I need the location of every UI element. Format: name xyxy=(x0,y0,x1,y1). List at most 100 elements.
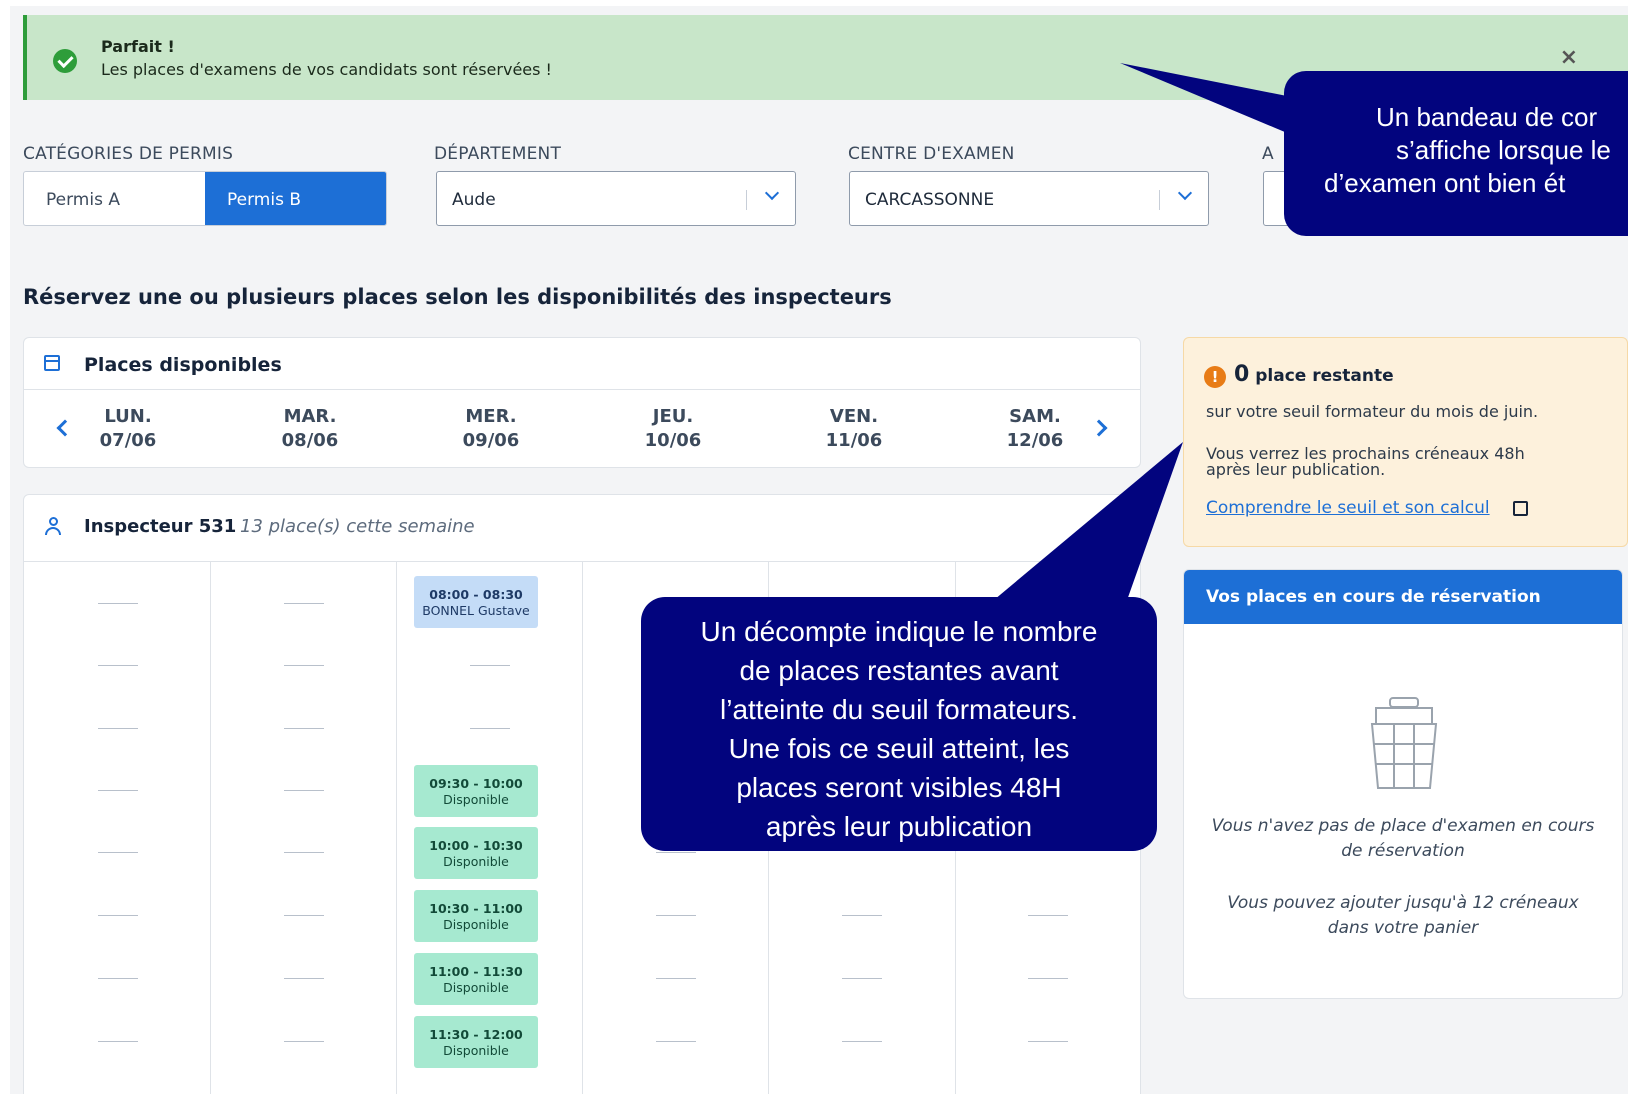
callout-line: d’examen ont bien ét xyxy=(1324,168,1566,198)
select-separator xyxy=(1159,190,1160,210)
available-slot[interactable]: 09:30 - 10:00 Disponible xyxy=(414,765,538,817)
available-slot[interactable]: 11:30 - 12:00 Disponible xyxy=(414,1016,538,1068)
empty-reservation-text: Vous n'avez pas de place d'examen en cou… xyxy=(1184,814,1622,864)
callout-line: s’affiche lorsque le xyxy=(1396,135,1611,165)
external-link-icon[interactable] xyxy=(1513,501,1528,516)
slot-time: 10:30 - 11:00 xyxy=(429,901,523,916)
centre-select[interactable]: CARCASSONNE xyxy=(849,171,1209,226)
limit-line: dans votre panier xyxy=(1327,918,1479,938)
empty-slot-dash xyxy=(98,1041,138,1042)
day-header: JEU. 10/06 xyxy=(623,405,723,453)
slot-time: 11:30 - 12:00 xyxy=(429,1027,523,1042)
chevron-down-icon xyxy=(764,185,780,201)
remaining-places-box: ! 0 place restante sur votre seuil forma… xyxy=(1183,337,1628,547)
callout-count-note: Un décompte indique le nombre de places … xyxy=(641,597,1157,851)
centre-value: CARCASSONNE xyxy=(865,190,995,210)
reservation-title: Vos places en cours de réservation xyxy=(1184,570,1622,624)
departement-value: Aude xyxy=(452,190,496,210)
empty-slot-dash xyxy=(284,978,324,979)
close-icon[interactable]: × xyxy=(1560,45,1578,70)
empty-slot-dash xyxy=(98,978,138,979)
booked-slot[interactable]: 08:00 - 08:30 BONNEL Gustave xyxy=(414,576,538,628)
callout-line: places seront visibles 48H xyxy=(736,772,1062,803)
available-slot[interactable]: 11:00 - 11:30 Disponible xyxy=(414,953,538,1005)
centre-label: CENTRE D'EXAMEN xyxy=(848,144,1015,164)
empty-slot-dash xyxy=(470,728,510,729)
empty-slot-dash xyxy=(1028,1041,1068,1042)
slot-label: BONNEL Gustave xyxy=(422,603,530,618)
empty-slot-dash xyxy=(98,665,138,666)
empty-line: de réservation xyxy=(1341,841,1465,861)
fourth-filter-label: A xyxy=(1262,144,1274,164)
empty-line: Vous n'avez pas de place d'examen en cou… xyxy=(1211,816,1595,836)
empty-slot-dash xyxy=(98,728,138,729)
inspector-week-count: 13 place(s) cette semaine xyxy=(240,516,475,537)
empty-slot-dash xyxy=(656,852,696,853)
day-name: VEN. xyxy=(829,406,879,427)
reservation-limit-text: Vous pouvez ajouter jusqu'à 12 créneaux d… xyxy=(1184,891,1622,941)
categories-label: CATÉGORIES DE PERMIS xyxy=(23,144,234,164)
slot-label: Disponible xyxy=(443,1043,509,1058)
reservation-panel: Vos places en cours de réservation Vous … xyxy=(1183,569,1623,999)
day-name: JEU. xyxy=(652,406,694,427)
available-slot[interactable]: 10:00 - 10:30 Disponible xyxy=(414,827,538,879)
empty-slot-dash xyxy=(284,603,324,604)
day-name: MER. xyxy=(465,406,517,427)
empty-slot-dash xyxy=(284,852,324,853)
threshold-link[interactable]: Comprendre le seuil et son calcul xyxy=(1206,498,1490,518)
callout-banner-note: Un bandeau de cor s’affiche lorsque le d… xyxy=(1284,71,1628,236)
available-slot[interactable]: 10:30 - 11:00 Disponible xyxy=(414,890,538,942)
empty-slot-dash xyxy=(470,665,510,666)
callout-line: Un décompte indique le nombre xyxy=(700,616,1098,647)
permis-b-button[interactable]: Permis B xyxy=(205,172,386,225)
empty-slot-dash xyxy=(284,1041,324,1042)
empty-slot-dash xyxy=(98,915,138,916)
slot-label: Disponible xyxy=(443,917,509,932)
page-heading: Réservez une ou plusieurs places selon l… xyxy=(23,285,892,309)
empty-slot-dash xyxy=(98,852,138,853)
day-date: 09/06 xyxy=(462,430,520,451)
places-title: Places disponibles xyxy=(84,354,282,376)
day-name: MAR. xyxy=(283,406,337,427)
empty-slot-dash xyxy=(284,665,324,666)
slot-label: Disponible xyxy=(443,792,509,807)
day-header: MAR. 08/06 xyxy=(260,405,360,453)
card-divider xyxy=(24,389,1140,390)
departement-select[interactable]: Aude xyxy=(436,171,796,226)
column-divider xyxy=(396,561,397,1094)
permis-a-button[interactable]: Permis A xyxy=(24,172,205,225)
user-icon xyxy=(45,517,61,535)
day-header: SAM. 12/06 xyxy=(985,405,1085,453)
slot-time: 11:00 - 11:30 xyxy=(429,964,523,979)
empty-slot-dash xyxy=(284,790,324,791)
empty-slot-dash xyxy=(1028,978,1068,979)
day-date: 07/06 xyxy=(99,430,157,451)
permis-category-toggle: Permis A Permis B xyxy=(23,171,387,226)
limit-line: Vous pouvez ajouter jusqu'à 12 créneaux xyxy=(1227,893,1579,913)
calendar-icon xyxy=(44,355,60,371)
day-date: 08/06 xyxy=(281,430,339,451)
empty-slot-dash xyxy=(656,915,696,916)
slot-label: Disponible xyxy=(443,980,509,995)
empty-slot-dash xyxy=(1028,915,1068,916)
remaining-label: place restante xyxy=(1255,366,1394,386)
remaining-text: sur votre seuil formateur du mois de jui… xyxy=(1206,402,1539,421)
empty-slot-dash xyxy=(284,728,324,729)
day-header: MER. 09/06 xyxy=(441,405,541,453)
slot-time: 09:30 - 10:00 xyxy=(429,776,523,791)
callout-line: Un bandeau de cor xyxy=(1376,102,1598,132)
empty-slot-dash xyxy=(656,1041,696,1042)
empty-slot-dash xyxy=(284,915,324,916)
slot-time: 10:00 - 10:30 xyxy=(429,838,523,853)
slot-label: Disponible xyxy=(443,854,509,869)
day-date: 12/06 xyxy=(1006,430,1064,451)
callout-line: l’atteinte du seuil formateurs. xyxy=(720,694,1078,725)
remaining-header: 0 place restante xyxy=(1234,362,1394,387)
remaining-info: après leur publication. xyxy=(1206,460,1386,479)
alert-title: Parfait ! xyxy=(101,37,175,56)
check-circle-icon xyxy=(53,49,77,73)
day-header: VEN. 11/06 xyxy=(804,405,904,453)
day-name: LUN. xyxy=(104,406,152,427)
day-name: SAM. xyxy=(1009,406,1061,427)
inspector-name: Inspecteur 531 xyxy=(84,516,237,537)
